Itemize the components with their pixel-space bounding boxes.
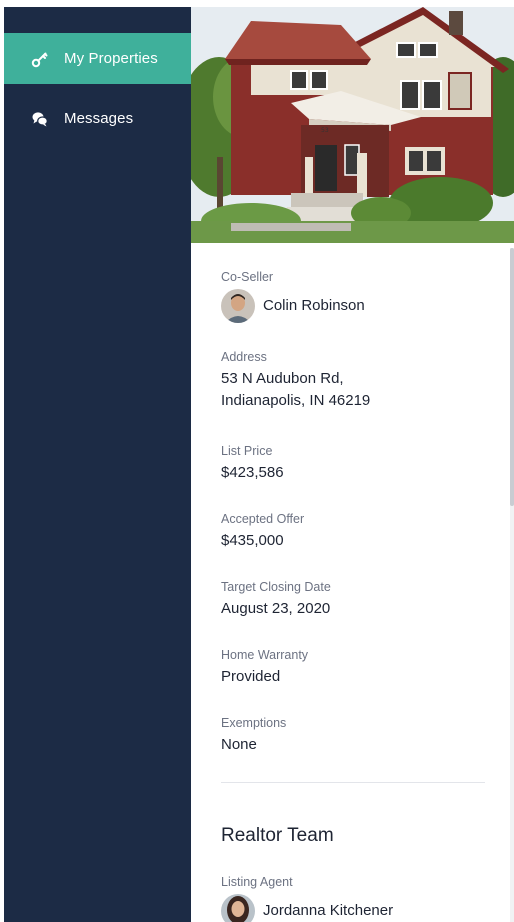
closing-date-label: Target Closing Date <box>221 580 331 594</box>
accepted-offer-value: $435,000 <box>221 532 284 549</box>
home-warranty-label: Home Warranty <box>221 648 309 662</box>
sidebar: My Properties Messages <box>4 7 191 922</box>
divider <box>221 782 485 783</box>
realtor-team-heading: Realtor Team <box>221 825 334 846</box>
list-price-value: $423,586 <box>221 464 284 481</box>
list-price-field: List Price $423,586 <box>221 443 284 484</box>
address-label: Address <box>221 350 267 364</box>
avatar <box>221 894 255 922</box>
chat-bubbles-icon <box>30 109 50 129</box>
accepted-offer-label: Accepted Offer <box>221 512 305 526</box>
listing-agent-name: Jordanna Kitchener <box>263 902 394 919</box>
exemptions-value: None <box>221 736 257 753</box>
co-seller-field: Co-Seller Colin Robinson <box>221 269 365 323</box>
property-details-panel: Co-Seller Colin Robinson Address 53 N Au… <box>191 243 514 922</box>
exemptions-field: Exemptions None <box>221 715 286 756</box>
listing-agent-field: Listing Agent Jordanna Kitchener <box>221 874 393 922</box>
house-number: 53 <box>321 127 329 134</box>
closing-date-field: Target Closing Date August 23, 2020 <box>221 579 331 620</box>
list-price-label: List Price <box>221 444 273 458</box>
scrollbar-thumb[interactable] <box>510 248 514 506</box>
address-field: Address 53 N Audubon Rd, Indianapolis, I… <box>221 349 370 412</box>
address-line-1: 53 N Audubon Rd, <box>221 370 344 387</box>
property-photo: 53 <box>191 7 514 243</box>
avatar <box>221 289 255 323</box>
sidebar-item-my-properties[interactable]: My Properties <box>4 33 191 84</box>
closing-date-value: August 23, 2020 <box>221 600 331 617</box>
address-line-2: Indianapolis, IN 46219 <box>221 392 371 409</box>
sidebar-item-label: Messages <box>64 110 134 127</box>
listing-agent-person[interactable]: Jordanna Kitchener <box>221 894 393 922</box>
listing-agent-label: Listing Agent <box>221 875 293 889</box>
co-seller-label: Co-Seller <box>221 270 274 284</box>
sidebar-item-label: My Properties <box>64 50 158 67</box>
exemptions-label: Exemptions <box>221 716 287 730</box>
home-warranty-field: Home Warranty Provided <box>221 647 308 688</box>
co-seller-name: Colin Robinson <box>263 297 365 314</box>
home-warranty-value: Provided <box>221 668 281 685</box>
accepted-offer-field: Accepted Offer $435,000 <box>221 511 304 552</box>
sidebar-item-messages[interactable]: Messages <box>4 93 191 144</box>
key-icon <box>30 49 50 69</box>
co-seller-person[interactable]: Colin Robinson <box>221 289 365 323</box>
